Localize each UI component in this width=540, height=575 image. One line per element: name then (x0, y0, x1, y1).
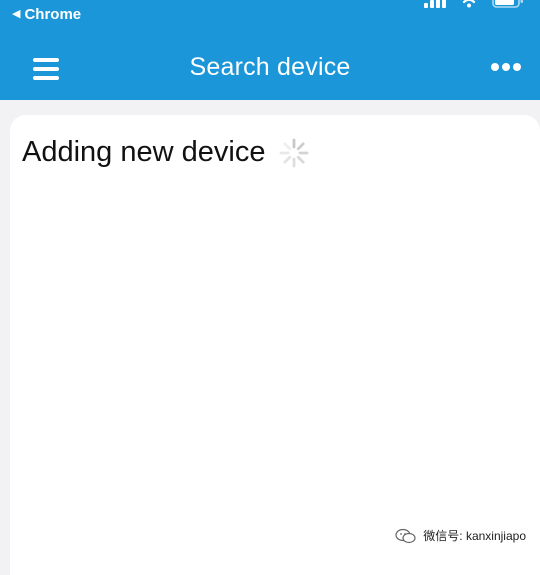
watermark-text: 微信号: kanxinjiapo (423, 529, 526, 543)
status-icons (424, 0, 524, 8)
spinner-icon (279, 138, 309, 168)
adding-device-title: Adding new device (22, 136, 266, 168)
app-header: ◀ Chrome Search device (0, 0, 540, 100)
back-triangle-icon: ◀ (12, 8, 21, 20)
back-to-app-link[interactable]: ◀ Chrome (12, 6, 81, 23)
device-card: Adding new device (10, 115, 540, 575)
wechat-logo-icon (395, 528, 417, 544)
card-header: Adding new device (22, 136, 309, 169)
toolbar: Search device (0, 36, 540, 100)
more-dots-icon[interactable] (488, 60, 524, 74)
wifi-icon (460, 0, 478, 8)
watermark: 微信号: kanxinjiapo (395, 527, 526, 544)
battery-icon (492, 0, 524, 8)
signal-icon (424, 0, 446, 8)
status-bar: ◀ Chrome (0, 0, 540, 32)
back-app-label: Chrome (24, 6, 82, 23)
page-title: Search device (189, 53, 351, 81)
